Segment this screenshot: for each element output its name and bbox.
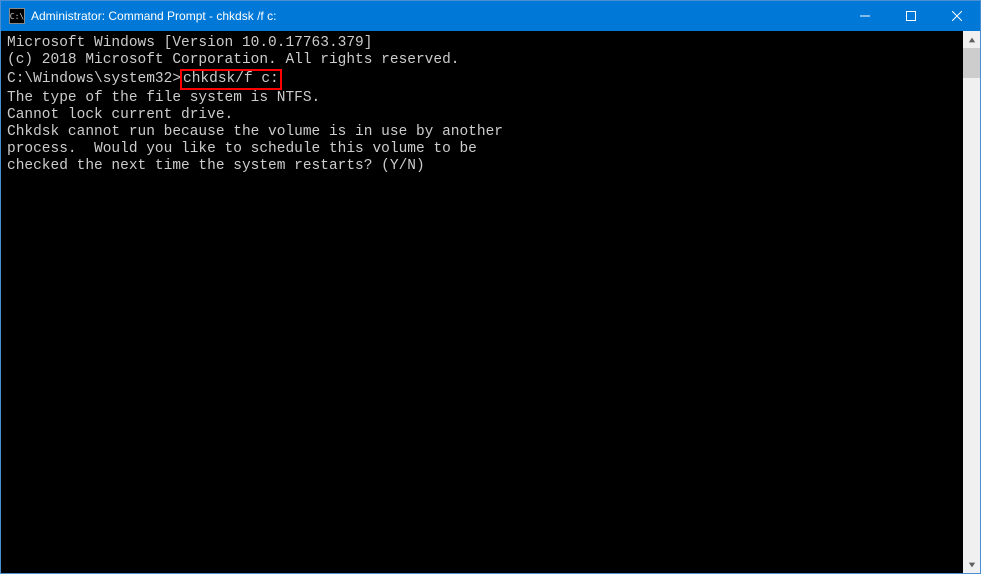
prompt-text: C:\Windows\system32> [7,71,181,87]
command-text: chkdsk/f c: [183,71,279,87]
output-line: (c) 2018 Microsoft Corporation. All righ… [7,52,957,69]
close-button[interactable] [934,1,980,31]
minimize-button[interactable] [842,1,888,31]
output-line: checked the next time the system restart… [7,158,957,175]
vertical-scrollbar[interactable] [963,31,980,573]
maximize-button[interactable] [888,1,934,31]
window-controls [842,1,980,31]
scrollbar-track[interactable] [963,48,980,556]
terminal-output[interactable]: Microsoft Windows [Version 10.0.17763.37… [1,31,963,573]
scrollbar-thumb[interactable] [963,48,980,78]
output-line: The type of the file system is NTFS. [7,90,957,107]
window-title: Administrator: Command Prompt - chkdsk /… [31,9,842,23]
scroll-down-button[interactable] [963,556,980,573]
titlebar[interactable]: C:\ Administrator: Command Prompt - chkd… [1,1,980,31]
terminal-container: Microsoft Windows [Version 10.0.17763.37… [1,31,980,573]
cmd-icon: C:\ [9,8,25,24]
command-line: C:\Windows\system32>chkdsk/f c: [7,69,957,90]
command-prompt-window: C:\ Administrator: Command Prompt - chkd… [0,0,981,574]
command-highlight: chkdsk/f c: [180,69,282,90]
output-line: Cannot lock current drive. [7,107,957,124]
output-line: Chkdsk cannot run because the volume is … [7,124,957,141]
output-line: process. Would you like to schedule this… [7,141,957,158]
scroll-up-button[interactable] [963,31,980,48]
output-line: Microsoft Windows [Version 10.0.17763.37… [7,35,957,52]
